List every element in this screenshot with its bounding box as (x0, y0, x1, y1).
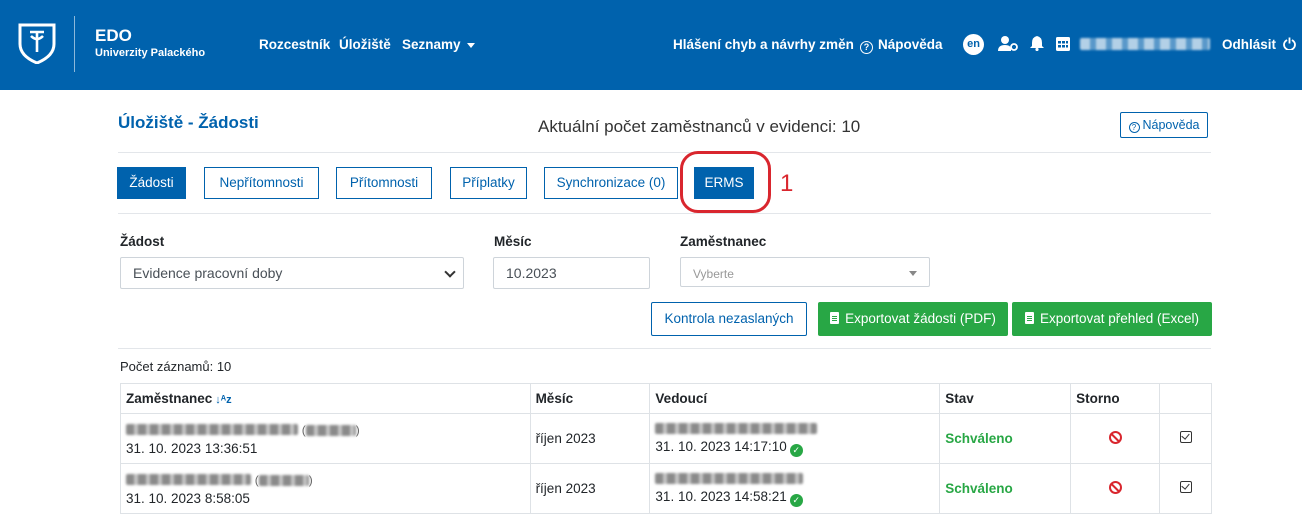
actions-cell (1159, 463, 1212, 514)
bell-icon[interactable] (1030, 35, 1044, 51)
cancel-icon[interactable] (1108, 480, 1122, 494)
actions-cell (1159, 413, 1212, 464)
caret-down-icon (466, 42, 475, 48)
sort-az-icon[interactable]: ↓ᴬz (215, 394, 231, 406)
help-button[interactable]: ? Nápověda (1120, 112, 1208, 138)
month-label: Měsíc (494, 234, 532, 249)
question-circle-icon: ? (1128, 122, 1140, 133)
records-count: Počet záznamů: 10 (120, 359, 232, 374)
question-circle-icon: ? (860, 41, 873, 54)
col-header-actions (1159, 383, 1212, 414)
employee-timestamp: 31. 10. 2023 13:36:51 (126, 440, 258, 456)
check-circle-icon: ✓ (789, 444, 803, 457)
manager-cell: 31. 10. 2023 14:17:10 ✓ (649, 413, 941, 464)
request-select[interactable]: Evidence pracovní doby (120, 257, 464, 289)
col-header-employee[interactable]: Zaměstnanec ↓ᴬz (120, 383, 531, 414)
excel-file-icon (1024, 312, 1034, 324)
export-pdf-label: Exportovat žádosti (PDF) (845, 311, 996, 326)
page-title: Úložiště - Žádosti (118, 113, 259, 132)
month-cell: říjen 2023 (529, 413, 651, 464)
employee-id-redacted: () (254, 472, 313, 487)
university-logo-icon[interactable] (18, 22, 56, 64)
tab-priplatky[interactable]: Příplatky (450, 167, 527, 199)
request-label: Žádost (120, 234, 165, 249)
col-header-storno[interactable]: Storno (1070, 383, 1160, 414)
help-button-label: Nápověda (1142, 118, 1200, 132)
employee-count-text: Aktuální počet zaměstnanců v evidenci: 1… (538, 117, 861, 136)
table-row[interactable]: () 31. 10. 2023 13:36:51 říjen 2023 31. … (120, 413, 1212, 464)
nav-seznamy-label: Seznamy (402, 37, 461, 52)
tab-synchronizace[interactable]: Synchronizace (0) (544, 167, 678, 199)
report-bugs-link[interactable]: Hlášení chyb a návrhy změn (673, 37, 854, 52)
manager-name-redacted (655, 422, 818, 434)
divider (118, 348, 1211, 349)
export-excel-label: Exportovat přehled (Excel) (1039, 311, 1200, 326)
month-input[interactable]: 10.2023 (493, 257, 650, 289)
language-switch[interactable]: en (963, 34, 984, 55)
top-navbar: EDO Univerzity Palackého Rozcestník Úlož… (0, 0, 1302, 90)
chevron-down-icon (444, 266, 456, 278)
employee-id-redacted: () (301, 422, 360, 437)
storno-cell (1070, 413, 1160, 464)
caret-down-icon (909, 271, 917, 276)
manager-timestamp: 31. 10. 2023 14:17:10 (655, 439, 787, 454)
table-row[interactable]: () 31. 10. 2023 8:58:05 říjen 2023 31. 1… (120, 463, 1212, 514)
employee-cell: () 31. 10. 2023 8:58:05 (120, 463, 531, 514)
divider (118, 152, 1211, 153)
table-header-row: Zaměstnanec ↓ᴬz Měsíc Vedoucí Stav Storno (120, 383, 1212, 414)
user-name-redacted[interactable] (1080, 38, 1210, 50)
help-link-label: Nápověda (878, 37, 943, 52)
pdf-file-icon (830, 312, 840, 324)
manager-cell: 31. 10. 2023 14:58:21 ✓ (649, 463, 941, 514)
tab-zadosti[interactable]: Žádosti (117, 167, 186, 199)
employee-select[interactable]: Vyberte (680, 257, 930, 287)
manager-name-redacted (655, 472, 804, 484)
check-square-icon[interactable] (1179, 481, 1192, 493)
divider (118, 213, 1211, 214)
manager-timestamp: 31. 10. 2023 14:58:21 (655, 489, 787, 504)
cancel-icon[interactable] (1108, 430, 1122, 444)
check-unsent-button[interactable]: Kontrola nezaslaných (651, 302, 807, 336)
logout-button[interactable]: Odhlásit (1222, 37, 1296, 52)
calendar-icon[interactable] (1056, 35, 1070, 51)
employee-timestamp: 31. 10. 2023 8:58:05 (126, 490, 250, 506)
power-icon (1282, 37, 1296, 51)
tab-nepritomnosti[interactable]: Nepřítomnosti (204, 167, 319, 199)
employee-select-placeholder: Vyberte (693, 267, 734, 281)
col-header-month[interactable]: Měsíc (529, 383, 651, 414)
col-header-status[interactable]: Stav (939, 383, 1072, 414)
tab-pritomnosti[interactable]: Přítomnosti (336, 167, 432, 199)
employee-name-redacted (126, 474, 251, 486)
check-square-icon[interactable] (1179, 431, 1192, 443)
month-input-value: 10.2023 (506, 265, 557, 281)
nav-uloziste[interactable]: Úložiště (339, 37, 391, 52)
requests-table: Zaměstnanec ↓ᴬz Měsíc Vedoucí Stav Storno… (120, 383, 1212, 514)
col-header-employee-label: Zaměstnanec (126, 391, 213, 406)
nav-rozcestnik[interactable]: Rozcestník (259, 37, 330, 52)
request-select-value: Evidence pracovní doby (133, 265, 283, 281)
nav-seznamy-dropdown[interactable]: Seznamy (402, 37, 475, 52)
employee-name-redacted (126, 424, 298, 436)
logout-label: Odhlásit (1222, 37, 1277, 52)
annotation-number: 1 (780, 170, 794, 197)
logo-divider (74, 16, 75, 72)
brand-subtitle: Univerzity Palackého (95, 47, 206, 59)
employee-cell: () 31. 10. 2023 13:36:51 (120, 413, 531, 464)
brand-title[interactable]: EDO (95, 26, 132, 46)
export-excel-button[interactable]: Exportovat přehled (Excel) (1012, 302, 1212, 336)
export-pdf-button[interactable]: Exportovat žádosti (PDF) (818, 302, 1008, 336)
status-cell: Schváleno (939, 463, 1072, 514)
employee-label: Zaměstnanec (680, 234, 767, 249)
col-header-manager[interactable]: Vedoucí (649, 383, 941, 414)
annotation-highlight-ring (680, 151, 771, 213)
storno-cell (1070, 463, 1160, 514)
check-circle-icon: ✓ (789, 494, 803, 507)
month-cell: říjen 2023 (529, 463, 651, 514)
help-link[interactable]: ? Nápověda (860, 37, 943, 54)
status-cell: Schváleno (939, 413, 1072, 464)
user-settings-icon[interactable] (998, 35, 1018, 52)
